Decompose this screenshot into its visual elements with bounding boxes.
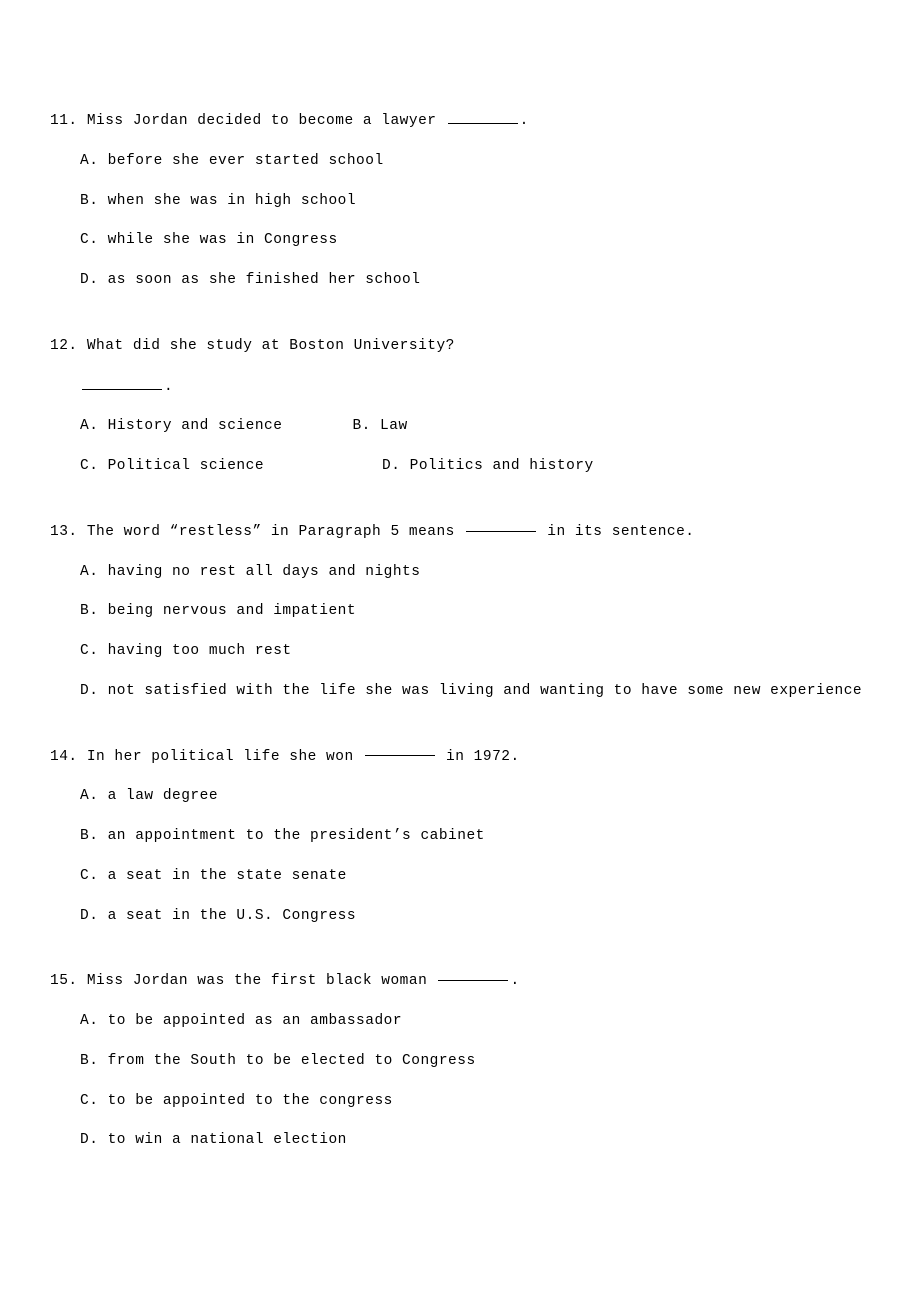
option-c[interactable]: C. while she was in Congress (80, 230, 870, 252)
option-letter: C. (80, 458, 98, 474)
option-letter: A. (80, 1013, 98, 1029)
question-stem-post: . (510, 973, 519, 989)
option-letter: D. (80, 272, 98, 288)
option-a[interactable]: A. History and science (80, 416, 282, 438)
option-c[interactable]: C. Political science (80, 456, 264, 478)
question-12: 12. What did she study at Boston Univers… (50, 336, 870, 478)
option-text: to be appointed as an ambassador (108, 1013, 402, 1029)
option-text: a seat in the state senate (108, 868, 347, 884)
option-letter: C. (80, 643, 98, 659)
question-number: 13. (50, 524, 78, 540)
option-text: a seat in the U.S. Congress (108, 908, 356, 924)
option-letter: B. (80, 828, 98, 844)
question-stem-post: in its sentence. (538, 524, 694, 540)
option-c[interactable]: C. having too much rest (80, 641, 870, 663)
question-text: 11. Miss Jordan decided to become a lawy… (50, 110, 870, 133)
question-text: 14. In her political life she won in 197… (50, 747, 870, 769)
options-list: A. having no rest all days and nights B.… (50, 562, 870, 703)
option-d[interactable]: D. to win a national election (80, 1130, 870, 1152)
option-text: to win a national election (108, 1132, 347, 1148)
question-14: 14. In her political life she won in 197… (50, 747, 870, 928)
option-a[interactable]: A. before she ever started school (80, 151, 870, 173)
option-text: Politics and history (410, 458, 594, 474)
option-letter: D. (80, 1132, 98, 1148)
question-15: 15. Miss Jordan was the first black woma… (50, 971, 870, 1152)
option-letter: B. (80, 603, 98, 619)
option-b[interactable]: B. Law (352, 416, 407, 438)
fill-blank (448, 110, 518, 124)
question-11: 11. Miss Jordan decided to become a lawy… (50, 110, 870, 292)
options-row: C. Political science D. Politics and hist… (80, 456, 870, 478)
question-text: 15. Miss Jordan was the first black woma… (50, 971, 870, 993)
question-stem-pre: What did she study at Boston University? (87, 338, 455, 354)
option-text: Law (380, 418, 408, 434)
option-c[interactable]: C. a seat in the state senate (80, 866, 870, 888)
option-text: while she was in Congress (108, 232, 338, 248)
option-letter: D. (382, 458, 400, 474)
option-d[interactable]: D. not satisfied with the life she was l… (80, 681, 870, 703)
options-list: A. before she ever started school B. whe… (50, 151, 870, 292)
option-b[interactable]: B. from the South to be elected to Congr… (80, 1051, 870, 1073)
option-a[interactable]: A. to be appointed as an ambassador (80, 1011, 870, 1033)
option-a[interactable]: A. a law degree (80, 786, 870, 808)
question-text: 12. What did she study at Boston Univers… (50, 336, 870, 358)
answer-blank-line: . (80, 376, 870, 399)
option-letter: C. (80, 868, 98, 884)
option-letter: B. (80, 193, 98, 209)
option-c[interactable]: C. to be appointed to the congress (80, 1091, 870, 1113)
question-number: 14. (50, 749, 78, 765)
question-stem-pre: Miss Jordan decided to become a lawyer (87, 113, 446, 129)
option-text: History and science (108, 418, 283, 434)
options-list: A. History and science B. Law C. Politica… (50, 416, 870, 478)
option-text: Political science (108, 458, 264, 474)
option-b[interactable]: B. when she was in high school (80, 191, 870, 213)
option-b[interactable]: B. an appointment to the president’s cab… (80, 826, 870, 848)
option-text: when she was in high school (108, 193, 356, 209)
option-letter: C. (80, 1093, 98, 1109)
question-number: 12. (50, 338, 78, 354)
option-text: to be appointed to the congress (108, 1093, 393, 1109)
fill-blank (82, 376, 162, 390)
question-stem-post: . (520, 113, 529, 129)
question-stem-pre: Miss Jordan was the first black woman (87, 973, 437, 989)
option-text: having too much rest (108, 643, 292, 659)
option-text: having no rest all days and nights (108, 564, 421, 580)
question-stem-post: in 1972. (437, 749, 520, 765)
option-text: before she ever started school (108, 153, 384, 169)
option-letter: A. (80, 153, 98, 169)
option-letter: B. (352, 418, 370, 434)
option-b[interactable]: B. being nervous and impatient (80, 601, 870, 623)
options-list: A. to be appointed as an ambassador B. f… (50, 1011, 870, 1152)
options-list: A. a law degree B. an appointment to the… (50, 786, 870, 927)
option-letter: A. (80, 564, 98, 580)
option-letter: D. (80, 908, 98, 924)
option-text: not satisfied with the life she was livi… (108, 683, 863, 699)
option-letter: A. (80, 418, 98, 434)
option-d[interactable]: D. a seat in the U.S. Congress (80, 906, 870, 928)
question-13: 13. The word “restless” in Paragraph 5 m… (50, 522, 870, 703)
option-text: being nervous and impatient (108, 603, 356, 619)
option-d[interactable]: D. Politics and history (382, 456, 594, 478)
option-letter: D. (80, 683, 98, 699)
option-text: as soon as she finished her school (108, 272, 421, 288)
option-text: an appointment to the president’s cabine… (108, 828, 485, 844)
question-stem-pre: The word “restless” in Paragraph 5 means (87, 524, 464, 540)
option-text: a law degree (108, 788, 218, 804)
option-letter: B. (80, 1053, 98, 1069)
options-row: A. History and science B. Law (80, 416, 870, 438)
question-text: 13. The word “restless” in Paragraph 5 m… (50, 522, 870, 544)
option-letter: A. (80, 788, 98, 804)
option-a[interactable]: A. having no rest all days and nights (80, 562, 870, 584)
fill-blank (466, 531, 536, 532)
question-stem-pre: In her political life she won (87, 749, 363, 765)
fill-blank (438, 980, 508, 981)
option-letter: C. (80, 232, 98, 248)
question-number: 15. (50, 973, 78, 989)
question-number: 11. (50, 113, 78, 129)
fill-blank (365, 755, 435, 756)
option-text: from the South to be elected to Congress (108, 1053, 476, 1069)
option-d[interactable]: D. as soon as she finished her school (80, 270, 870, 292)
